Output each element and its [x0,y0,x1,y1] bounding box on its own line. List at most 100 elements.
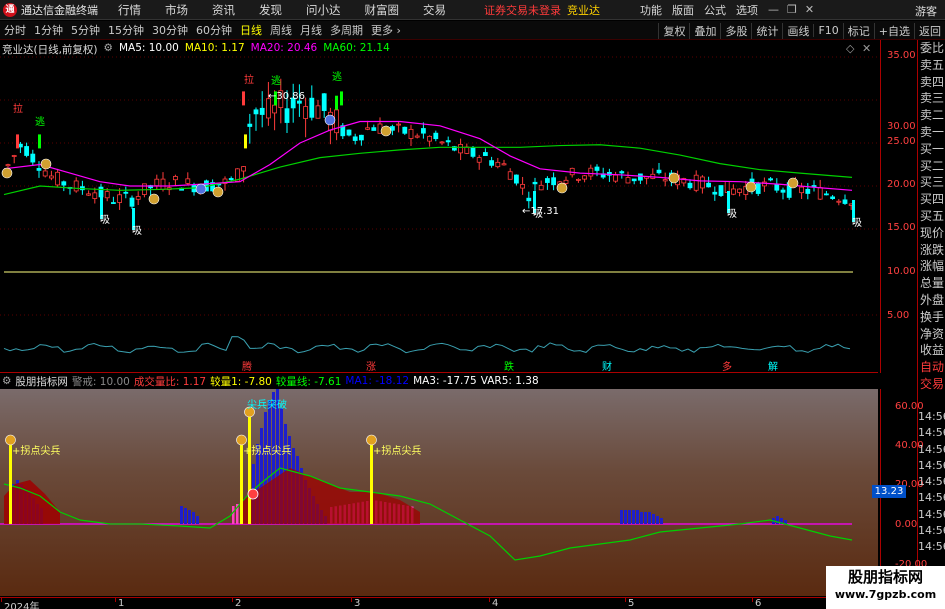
candle-body [123,191,129,194]
menu-quotes[interactable]: 行情 [118,2,141,18]
indicator-ma1: MA1: -18.12 [345,375,410,387]
candle-body [247,123,253,127]
candle-body [433,132,439,140]
signal-xi-label: 吸 [727,209,737,220]
back-button[interactable]: 返回 [914,22,945,39]
info-auto[interactable]: 自动 [918,359,945,376]
diamond-icon[interactable]: ◇ [846,42,854,55]
candle-body [830,196,835,199]
blue-bar [188,510,191,524]
price-chart-panel[interactable]: 拉拉逃逃逃吸吸吸吸吸 ←30.86 ←17.31 腾涨跌财多解 竞业达(日线,前复权)… [0,40,878,373]
menu-ask[interactable]: 问小达 [306,2,341,18]
low-price-label: ←17.31 [522,206,559,217]
period-multi[interactable]: 多周期 [326,22,367,38]
candle-body [780,189,786,193]
candle-body [489,160,495,166]
period-week[interactable]: 周线 [266,22,296,38]
period-tick[interactable]: 分时 [0,22,30,38]
candle-body [346,129,352,136]
close-panel-icon[interactable]: ✕ [862,42,871,55]
info-trade[interactable]: 交易 [918,376,945,393]
indicator-name[interactable]: 股朋指标网 [15,374,68,389]
candle-body [538,184,544,191]
date-tick: 6 [751,598,762,609]
period-1min[interactable]: 1分钟 [30,22,67,38]
menu-layout[interactable]: 版面 [672,2,694,18]
time-item: 14:56 [918,491,945,505]
menu-wealth[interactable]: 财富圈 [365,2,400,18]
chevron-right-icon: › [396,24,401,37]
menu-function[interactable]: 功能 [640,2,662,18]
signal-xi-label: 吸 [132,226,142,237]
overlay-button[interactable]: 叠加 [689,22,720,39]
info-outer: 外盘 [920,292,945,307]
coin-icon [380,125,392,137]
add-watchlist-button[interactable]: +自选 [873,22,914,39]
info-buy1: 买一 [920,141,945,156]
candle-body [526,197,532,202]
settings-icon[interactable]: ⚙ [104,42,113,57]
candle-body [514,174,519,184]
candle-body [495,161,501,168]
signal-xi-label: 吸 [852,218,862,229]
candle-body [427,135,433,142]
adjust-button[interactable]: 复权 [658,22,689,39]
coin-icon [195,183,207,195]
signal-la-label: 拉 [244,73,254,86]
draw-button[interactable]: 画线 [782,22,813,39]
spike-label: +拐点尖兵 [373,444,421,457]
info-price: 现价 [920,225,945,240]
sub-signal-label: 财 [602,360,612,373]
blue-bar [184,508,187,524]
spike-bar [248,416,251,524]
magenta-bar [232,506,235,524]
restore-icon[interactable]: ❐ [787,3,797,16]
blue-bar [644,512,647,524]
candle-body [11,155,17,157]
candle-body [737,188,742,193]
indicator-warn: 警戒: 10.00 [71,375,130,388]
menu-discover[interactable]: 发现 [259,2,282,18]
time-item: 14:56 [918,458,945,472]
minimize-icon[interactable]: — [768,3,779,16]
guest-label[interactable]: 游客 [915,3,937,19]
period-30min[interactable]: 30分钟 [148,22,192,38]
stats-button[interactable]: 统计 [751,22,782,39]
menu-market[interactable]: 市场 [165,2,188,18]
period-more[interactable]: 更多 › [367,22,405,38]
candle-body [532,181,538,185]
indicator-panel[interactable]: +拐点尖兵 +拐点尖兵 +拐点尖兵 尖兵突破 [0,389,878,596]
login-status[interactable]: 证券交易未登录 [484,2,561,18]
candle-body [445,140,451,143]
mark-button[interactable]: 标记 [842,22,874,39]
signal-tao-label: 逃 [271,74,281,87]
period-month[interactable]: 月线 [296,22,326,38]
info-turnover: 换手 [920,309,945,324]
multi-stock-button[interactable]: 多股 [720,22,751,39]
menu-options[interactable]: 选项 [736,2,758,18]
candle-body [49,175,54,179]
indicator-settings-icon[interactable]: ⚙ [2,375,11,387]
info-earnings: 收益 [920,343,945,358]
menu-news[interactable]: 资讯 [212,2,235,18]
candle-body [613,174,618,182]
candle-body [73,180,79,192]
period-60min[interactable]: 60分钟 [192,22,236,38]
watermark-url: www.7gpzb.com [834,588,937,601]
spike-label: +拐点尖兵 [243,444,291,457]
f10-button[interactable]: F10 [813,24,842,37]
candle-body [315,105,321,119]
candle-body [42,170,48,177]
menu-formula[interactable]: 公式 [704,2,726,18]
ma20-label: MA20: 20.46 [250,42,318,54]
candle-body [799,186,804,194]
period-15min[interactable]: 15分钟 [104,22,148,38]
period-5min[interactable]: 5分钟 [67,22,104,38]
candle-body [687,182,693,189]
period-day[interactable]: 日线 [236,22,266,38]
plus-circle-icon [247,488,259,500]
candle-body [98,186,104,198]
menu-trade[interactable]: 交易 [423,2,446,18]
login-link[interactable]: 竞业达 [567,2,600,18]
close-icon[interactable]: ✕ [805,3,814,16]
